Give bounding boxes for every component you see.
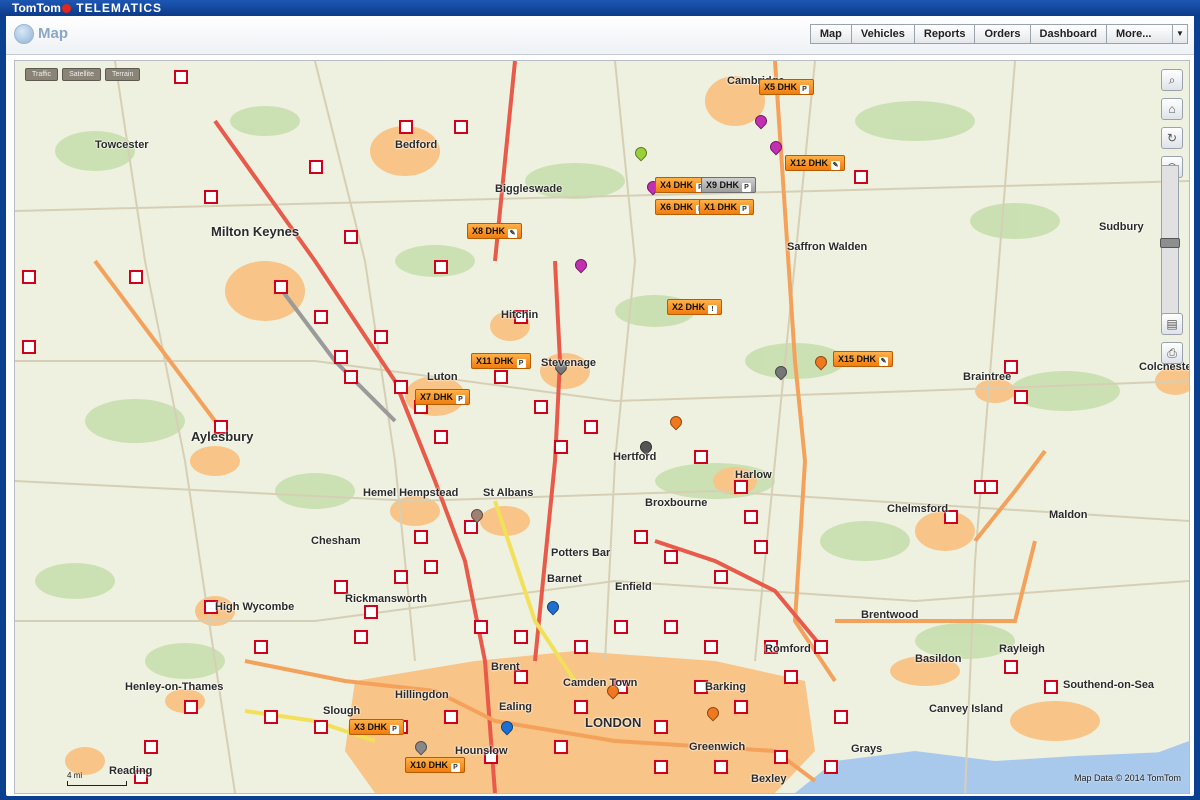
main-nav: Map Vehicles Reports Orders Dashboard Mo… [809,24,1188,44]
nav-orders-button[interactable]: Orders [974,24,1031,44]
city-label: Stevenage [541,357,597,369]
city-label: Hitchin [501,309,539,321]
home-icon[interactable]: ⌂ [1161,98,1183,120]
page-header: Map Map Vehicles Reports Orders Dashboar… [6,16,1194,55]
city-label: Biggleswade [495,183,563,195]
city-label: Maldon [1049,509,1088,521]
layer-traffic-button[interactable]: Traffic [25,68,59,81]
city-label: Bedford [395,139,438,151]
nav-reports-button[interactable]: Reports [913,24,976,44]
city-label: Chesham [311,535,361,547]
vehicle-marker[interactable]: X9 DHK P [701,177,757,193]
vehicle-marker[interactable]: X12 DHK ✎ [785,155,846,171]
city-label: Brent [491,661,520,673]
status-icon: P [516,359,526,368]
city-label: Grays [851,743,883,755]
status-icon: ! [708,305,718,314]
layer-satellite-button[interactable]: Satellite [62,68,101,81]
city-label: Saffron Walden [787,241,868,253]
vehicle-marker[interactable]: X3 DHK P [349,719,405,735]
city-label: Greenwich [689,741,746,753]
city-label: Slough [323,705,361,717]
city-label: Enfield [615,581,652,593]
layers-icon[interactable]: ▤ [1161,313,1183,335]
print-icon[interactable]: ⎙ [1161,342,1183,364]
city-label: Hillingdon [395,689,449,701]
city-label: Ealing [499,701,533,713]
city-label: Barnet [547,573,582,585]
city-label: Potters Bar [551,547,611,559]
status-icon: P [451,763,461,772]
map-tools-lower: ▤ ⎙ [1161,313,1183,371]
vehicle-marker[interactable]: X8 DHK ✎ [467,223,523,239]
status-icon: ✎ [508,229,518,238]
city-label: Romford [765,643,811,655]
vehicle-marker[interactable]: X11 DHK P [471,353,531,369]
city-label: Barking [705,681,746,693]
city-label: Brentwood [861,609,919,621]
status-icon: P [390,725,400,734]
city-label: High Wycombe [215,601,295,613]
city-label: Rayleigh [999,643,1045,655]
layer-terrain-button[interactable]: Terrain [104,68,141,81]
status-icon: ✎ [879,357,889,366]
city-label: Milton Keynes [211,224,300,239]
city-label: Camden Town [563,677,638,689]
status-icon: P [800,85,810,94]
vehicle-marker[interactable]: X1 DHK P [699,199,755,215]
chevron-down-icon[interactable]: ▼ [1172,25,1187,43]
status-icon: ✎ [831,161,841,170]
city-label: Aylesbury [191,429,254,444]
city-label: Towcester [95,139,149,151]
city-label: LONDON [585,715,642,730]
top-brand-bar: TomTom TELEMATICS [0,0,1200,16]
vehicle-marker[interactable]: X10 DHK P [405,757,466,773]
footer-bar [0,796,1200,800]
city-label: Hemel Hempstead [363,487,459,499]
city-label: Sudbury [1099,221,1144,233]
city-label: Canvey Island [929,703,1003,715]
page-title: Map [38,25,68,42]
vehicle-marker[interactable]: X15 DHK ✎ [833,351,894,367]
map-scale: 4 mi [67,771,127,786]
tomtom-logo: TomTom TELEMATICS [12,1,163,15]
city-label: Harlow [735,469,772,481]
globe-icon [14,24,34,44]
city-label: Southend-on-Sea [1063,679,1155,691]
city-label: St Albans [483,487,534,499]
city-label: Broxbourne [645,497,708,509]
app-frame: Map Map Vehicles Reports Orders Dashboar… [6,16,1194,796]
status-icon: P [456,395,466,404]
nav-map-button[interactable]: Map [809,24,852,44]
city-label: Luton [427,371,458,383]
city-label: Chelmsford [887,503,949,515]
city-label: Braintree [963,371,1012,383]
map-layer-toggles: Traffic Satellite Terrain [25,68,144,81]
city-label: Henley-on-Thames [125,681,224,693]
vehicle-marker[interactable]: X5 DHK P [759,79,815,95]
zoom-slider[interactable] [1160,165,1180,327]
city-label: Basildon [915,653,962,665]
city-label: Hertford [613,451,657,463]
map-view[interactable]: Traffic Satellite Terrain Towcester Bedf… [14,60,1190,794]
map-credit: Map Data © 2014 TomTom [1073,773,1181,783]
status-icon: P [740,205,750,214]
nav-more-dropdown[interactable]: More... ▼ [1106,24,1188,44]
city-label: Bexley [751,773,787,785]
search-icon[interactable]: ⌕ [1161,69,1183,91]
nav-vehicles-button[interactable]: Vehicles [850,24,915,44]
tomtom-dot-icon [61,4,71,13]
vehicle-marker[interactable]: X2 DHK! [667,299,723,315]
refresh-icon[interactable]: ↻ [1161,127,1183,149]
nav-dashboard-button[interactable]: Dashboard [1029,24,1107,44]
zoom-slider-handle[interactable] [1160,238,1180,248]
city-label: Rickmansworth [345,593,427,605]
city-label: Hounslow [455,745,508,757]
status-icon: P [742,183,752,192]
vehicle-marker[interactable]: X7 DHK P [415,389,471,405]
